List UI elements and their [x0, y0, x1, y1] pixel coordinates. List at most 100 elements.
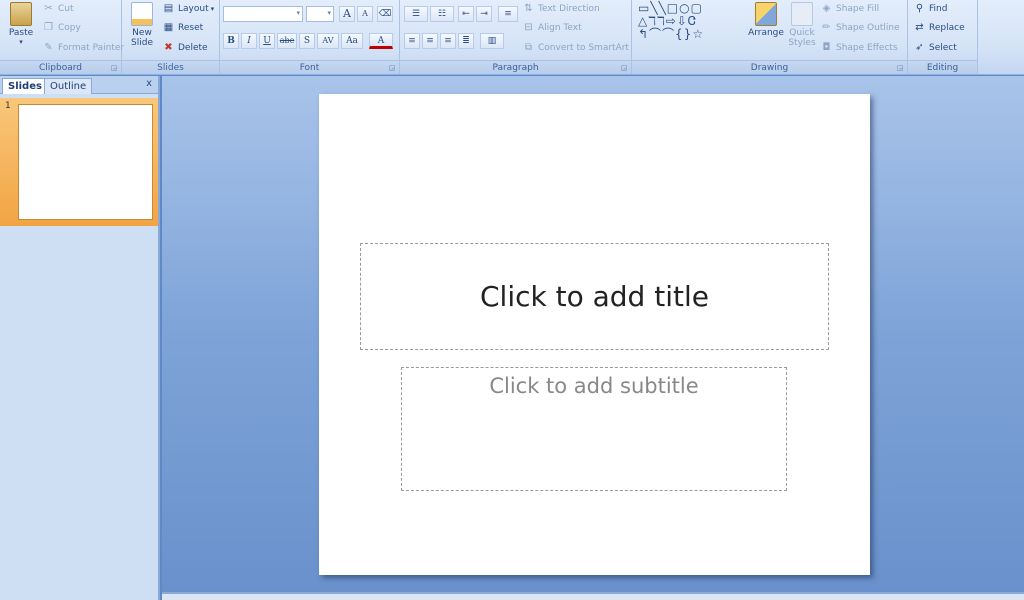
- shapes-row-3[interactable]: ↰⌒⌒{}☆: [638, 28, 738, 41]
- notes-pane[interactable]: [162, 592, 1024, 600]
- font-size-combo[interactable]: ▾: [306, 6, 334, 22]
- cut-button[interactable]: ✂ Cut: [42, 2, 74, 15]
- bullets-icon[interactable]: ☰: [404, 6, 428, 22]
- slide-workspace: Click to add title Click to add subtitle: [162, 76, 1024, 592]
- ribbon: Paste ▾ ✂ Cut ❐ Copy ✎ Format Painter Cl…: [0, 0, 1024, 75]
- tab-slides[interactable]: Slides: [2, 78, 48, 94]
- change-case-button[interactable]: Aa: [341, 33, 363, 49]
- replace-button[interactable]: ⇄ Replace: [913, 21, 965, 34]
- paragraph-dialog-launcher-icon[interactable]: ◲: [620, 64, 628, 72]
- select-button[interactable]: ➶ Select: [913, 41, 956, 54]
- grow-font-button[interactable]: A: [339, 6, 355, 22]
- align-text-button[interactable]: ⊟ Align Text: [522, 21, 582, 34]
- close-pane-icon[interactable]: x: [146, 78, 152, 89]
- text-shadow-button[interactable]: S: [299, 33, 315, 49]
- underline-button[interactable]: U: [259, 33, 275, 49]
- paintbrush-icon: ✎: [44, 42, 53, 53]
- slide-number: 1: [5, 101, 11, 111]
- replace-icon: ⇄: [915, 22, 924, 33]
- layout-icon: ▤: [163, 3, 174, 14]
- shape-fill-button[interactable]: ◈ Shape Fill: [820, 2, 879, 15]
- text-direction-icon: ⇅: [524, 3, 533, 14]
- format-painter-label: Format Painter: [58, 42, 125, 53]
- arrange-label: Arrange: [748, 28, 784, 38]
- copy-icon: ❐: [44, 22, 53, 33]
- font-group-label: Font: [220, 60, 399, 74]
- align-left-icon[interactable]: ≡: [404, 33, 420, 49]
- layout-button[interactable]: ▤ Layout ▾: [162, 2, 214, 15]
- new-slide-label: New Slide: [131, 28, 153, 48]
- find-button[interactable]: ⚲ Find: [913, 2, 948, 15]
- shape-effects-icon: ◘: [822, 42, 831, 53]
- bold-button[interactable]: B: [223, 33, 239, 49]
- font-name-dropdown-icon: ▾: [296, 9, 300, 17]
- convert-smartart-button[interactable]: ⧉ Convert to SmartArt: [522, 41, 629, 54]
- slides-pane: Slides Outline x 1: [0, 76, 160, 600]
- italic-button[interactable]: I: [241, 33, 257, 49]
- shapes-gallery[interactable]: ▭╲╲□○▢ △ℸℸ⇨⇩Ꮳ ↰⌒⌒{}☆: [638, 2, 738, 41]
- slide-thumbnail[interactable]: [18, 104, 153, 220]
- line-spacing-icon[interactable]: ≡: [498, 6, 518, 22]
- align-center-icon[interactable]: ≡: [422, 33, 438, 49]
- slides-group: New Slide ▤ Layout ▾ ▦ Reset ✖ Delete Sl…: [122, 0, 220, 74]
- reset-label: Reset: [178, 22, 204, 33]
- quick-styles-button[interactable]: Quick Styles: [786, 2, 818, 48]
- new-slide-button[interactable]: New Slide: [126, 2, 158, 48]
- paragraph-group: ☰ ☷ ⇤ ⇥ ≡ ≡ ≡ ≡ ≣ ▥ ⇅ Text Direction ⊟ A…: [400, 0, 632, 74]
- shape-outline-button[interactable]: ✏ Shape Outline: [820, 21, 900, 34]
- find-label: Find: [929, 3, 948, 14]
- justify-icon[interactable]: ≣: [458, 33, 474, 49]
- paste-button[interactable]: Paste ▾: [6, 2, 36, 46]
- character-spacing-button[interactable]: AV: [317, 33, 339, 49]
- slides-group-label: Slides: [122, 60, 219, 74]
- slide-thumbnail-item[interactable]: 1: [0, 98, 158, 226]
- scissors-icon: ✂: [44, 3, 53, 14]
- delete-button[interactable]: ✖ Delete: [162, 41, 207, 54]
- cut-label: Cut: [58, 3, 74, 14]
- text-direction-button[interactable]: ⇅ Text Direction: [522, 2, 599, 15]
- columns-icon[interactable]: ▥: [480, 33, 504, 49]
- align-right-icon[interactable]: ≡: [440, 33, 456, 49]
- pane-tabs: Slides Outline x: [0, 76, 158, 94]
- clear-formatting-icon[interactable]: ⌫: [377, 6, 393, 22]
- copy-button[interactable]: ❐ Copy: [42, 21, 81, 34]
- align-text-label: Align Text: [538, 22, 582, 33]
- convert-smartart-label: Convert to SmartArt: [538, 42, 629, 53]
- delete-slide-icon: ✖: [164, 42, 173, 53]
- drawing-group-label: Drawing: [632, 60, 907, 74]
- clipboard-group: Paste ▾ ✂ Cut ❐ Copy ✎ Format Painter Cl…: [0, 0, 124, 74]
- new-slide-icon: [131, 2, 153, 26]
- strikethrough-button[interactable]: abe: [277, 33, 297, 49]
- drawing-dialog-launcher-icon[interactable]: ◲: [896, 64, 904, 72]
- font-name-combo[interactable]: ▾: [223, 6, 303, 22]
- shape-effects-button[interactable]: ◘ Shape Effects: [820, 41, 898, 54]
- shape-outline-label: Shape Outline: [836, 22, 900, 33]
- tab-outline[interactable]: Outline: [44, 78, 93, 94]
- font-dialog-launcher-icon[interactable]: ◲: [388, 64, 396, 72]
- paste-dropdown-icon[interactable]: ▾: [19, 38, 23, 46]
- clipboard-dialog-launcher-icon[interactable]: ◲: [110, 64, 118, 72]
- quick-styles-icon: [791, 2, 813, 26]
- font-color-button[interactable]: A: [369, 33, 393, 49]
- replace-label: Replace: [929, 22, 965, 33]
- increase-indent-icon[interactable]: ⇥: [476, 6, 492, 22]
- title-placeholder[interactable]: Click to add title: [360, 243, 829, 350]
- quick-styles-label: Quick Styles: [788, 28, 816, 48]
- cursor-arrow-icon: ➶: [915, 42, 924, 53]
- align-text-icon: ⊟: [524, 22, 533, 33]
- arrange-button[interactable]: Arrange: [748, 2, 784, 38]
- slide-canvas[interactable]: Click to add title Click to add subtitle: [319, 94, 870, 575]
- numbering-icon[interactable]: ☷: [430, 6, 454, 22]
- shape-effects-label: Shape Effects: [836, 42, 898, 53]
- editing-group-label: Editing: [908, 60, 977, 74]
- reset-button[interactable]: ▦ Reset: [162, 21, 203, 34]
- shrink-font-button[interactable]: A: [357, 6, 373, 22]
- reset-icon: ▦: [163, 22, 174, 33]
- format-painter-button[interactable]: ✎ Format Painter: [42, 41, 124, 54]
- arrange-icon: [755, 2, 777, 26]
- copy-label: Copy: [58, 22, 81, 33]
- paint-bucket-icon: ◈: [822, 3, 831, 14]
- decrease-indent-icon[interactable]: ⇤: [458, 6, 474, 22]
- subtitle-placeholder[interactable]: Click to add subtitle: [401, 367, 787, 491]
- font-size-dropdown-icon: ▾: [327, 9, 331, 17]
